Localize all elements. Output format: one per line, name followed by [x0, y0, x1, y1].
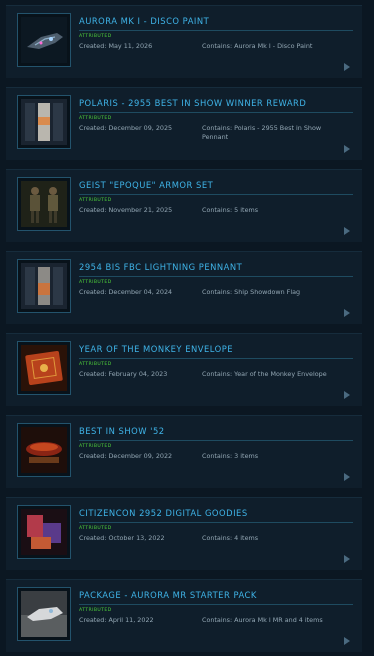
contains-text: Contains: 4 items	[202, 534, 259, 542]
list-item[interactable]: AURORA MK I - DISCO PAINT ATTRIBUTED Cre…	[6, 5, 362, 78]
envelope-icon	[21, 345, 67, 391]
expand-arrow-icon[interactable]	[344, 473, 350, 481]
item-title[interactable]: CITIZENCON 2952 DIGITAL GOODIES	[79, 508, 357, 518]
goodies-icon	[21, 509, 67, 555]
ship-icon	[21, 17, 67, 63]
contains-text: Contains: 5 items	[202, 206, 259, 214]
trophy-icon	[21, 427, 67, 473]
item-title[interactable]: YEAR OF THE MONKEY ENVELOPE	[79, 344, 357, 354]
contains-text: Contains: Aurora Mk I - Disco Paint	[202, 42, 313, 50]
attributed-badge: ATTRIBUTED	[79, 34, 112, 39]
list-item[interactable]: 2954 BIS FBC LIGHTNING PENNANT ATTRIBUTE…	[6, 251, 362, 324]
created-date: Created: December 09, 2022	[79, 452, 173, 460]
attributed-badge: ATTRIBUTED	[79, 198, 112, 203]
created-date: Created: April 11, 2022	[79, 616, 154, 624]
divider	[79, 358, 353, 359]
attributed-badge: ATTRIBUTED	[79, 362, 112, 367]
item-thumbnail[interactable]	[17, 13, 71, 67]
expand-arrow-icon[interactable]	[344, 637, 350, 645]
created-date: Created: November 21, 2025	[79, 206, 173, 214]
contains-text: Contains: Polaris - 2955 Best in Show Pe…	[202, 124, 322, 141]
attributed-badge: ATTRIBUTED	[79, 526, 112, 531]
expand-arrow-icon[interactable]	[344, 555, 350, 563]
expand-arrow-icon[interactable]	[344, 227, 350, 235]
created-date: Created: May 11, 2026	[79, 42, 153, 50]
created-date: Created: October 13, 2022	[79, 534, 165, 542]
item-thumbnail[interactable]	[17, 95, 71, 149]
expand-arrow-icon[interactable]	[344, 145, 350, 153]
armor-icon	[21, 181, 67, 227]
pledge-list: AURORA MK I - DISCO PAINT ATTRIBUTED Cre…	[0, 0, 374, 656]
item-thumbnail[interactable]	[17, 587, 71, 641]
list-item[interactable]: BEST IN SHOW '52 ATTRIBUTED Created: Dec…	[6, 415, 362, 488]
contains-text: Contains: Ship Showdown Flag	[202, 288, 301, 296]
divider	[79, 194, 353, 195]
item-thumbnail[interactable]	[17, 177, 71, 231]
divider	[79, 522, 353, 523]
divider	[79, 112, 353, 113]
divider	[79, 604, 353, 605]
item-thumbnail[interactable]	[17, 423, 71, 477]
list-item[interactable]: POLARIS - 2955 BEST IN SHOW WINNER REWAR…	[6, 87, 362, 160]
item-title[interactable]: PACKAGE - AURORA MR STARTER PACK	[79, 590, 357, 600]
attributed-badge: ATTRIBUTED	[79, 444, 112, 449]
item-thumbnail[interactable]	[17, 341, 71, 395]
divider	[79, 276, 353, 277]
expand-arrow-icon[interactable]	[344, 309, 350, 317]
item-thumbnail[interactable]	[17, 505, 71, 559]
contains-text: Contains: Aurora Mk I MR and 4 items	[202, 616, 323, 624]
item-title[interactable]: POLARIS - 2955 BEST IN SHOW WINNER REWAR…	[79, 98, 357, 108]
attributed-badge: ATTRIBUTED	[79, 280, 112, 285]
divider	[79, 440, 353, 441]
list-item[interactable]: GEIST "EPOQUE" ARMOR SET ATTRIBUTED Crea…	[6, 169, 362, 242]
contains-text: Contains: Year of the Monkey Envelope	[202, 370, 327, 378]
contains-text: Contains: 3 items	[202, 452, 259, 460]
created-date: Created: December 09, 2025	[79, 124, 173, 132]
expand-arrow-icon[interactable]	[344, 63, 350, 71]
list-item[interactable]: PACKAGE - AURORA MR STARTER PACK ATTRIBU…	[6, 579, 362, 652]
expand-arrow-icon[interactable]	[344, 391, 350, 399]
created-date: Created: February 04, 2023	[79, 370, 168, 378]
pennant-icon	[21, 263, 67, 309]
divider	[79, 30, 353, 31]
list-item[interactable]: CITIZENCON 2952 DIGITAL GOODIES ATTRIBUT…	[6, 497, 362, 570]
pennant-icon	[21, 99, 67, 145]
list-item[interactable]: YEAR OF THE MONKEY ENVELOPE ATTRIBUTED C…	[6, 333, 362, 406]
item-thumbnail[interactable]	[17, 259, 71, 313]
item-title[interactable]: AURORA MK I - DISCO PAINT	[79, 16, 357, 26]
item-title[interactable]: GEIST "EPOQUE" ARMOR SET	[79, 180, 357, 190]
ship-icon	[21, 591, 67, 637]
attributed-badge: ATTRIBUTED	[79, 116, 112, 121]
item-title[interactable]: 2954 BIS FBC LIGHTNING PENNANT	[79, 262, 357, 272]
created-date: Created: December 04, 2024	[79, 288, 173, 296]
item-title[interactable]: BEST IN SHOW '52	[79, 426, 357, 436]
attributed-badge: ATTRIBUTED	[79, 608, 112, 613]
